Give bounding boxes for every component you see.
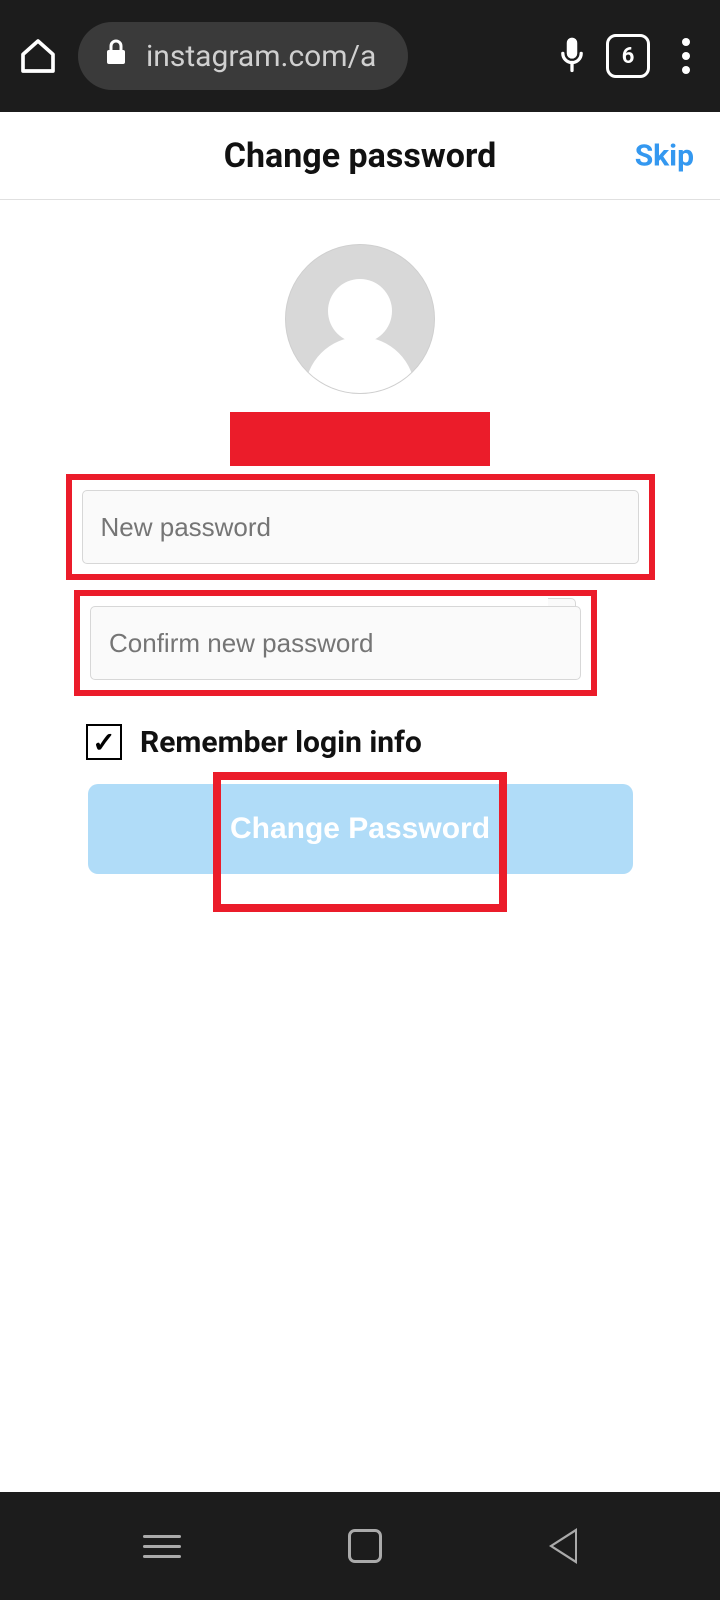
change-password-button-label: Change Password	[230, 812, 490, 846]
confirm-password-input[interactable]	[90, 606, 581, 680]
change-password-button[interactable]: Change Password	[88, 784, 633, 874]
page-header: Change password Skip	[0, 112, 720, 200]
avatar	[285, 244, 435, 394]
url-text: instagram.com/a	[146, 39, 376, 74]
main-content: ✓ Remember login info Change Password	[0, 200, 720, 874]
browser-chrome-bar: instagram.com/a 6	[0, 0, 720, 112]
recent-apps-icon[interactable]	[143, 1535, 181, 1558]
skip-link[interactable]: Skip	[635, 138, 694, 173]
highlight-confirm-password	[74, 590, 597, 696]
back-nav-icon[interactable]	[549, 1528, 577, 1564]
lock-icon	[104, 38, 128, 74]
home-nav-icon[interactable]	[348, 1529, 382, 1563]
home-icon[interactable]	[16, 34, 60, 78]
remember-label: Remember login info	[140, 725, 422, 760]
page-title: Change password	[224, 136, 496, 176]
highlight-new-password	[66, 474, 655, 580]
tabs-button[interactable]: 6	[606, 34, 650, 78]
overflow-menu-icon[interactable]	[668, 34, 704, 78]
redacted-username-block	[230, 412, 490, 466]
address-bar[interactable]: instagram.com/a	[78, 22, 408, 90]
remember-checkbox[interactable]: ✓	[86, 724, 122, 760]
mic-icon[interactable]	[556, 35, 588, 77]
new-password-input[interactable]	[82, 490, 639, 564]
remember-login-row[interactable]: ✓ Remember login info	[74, 724, 422, 760]
system-nav-bar	[0, 1492, 720, 1600]
tab-count: 6	[622, 44, 635, 69]
